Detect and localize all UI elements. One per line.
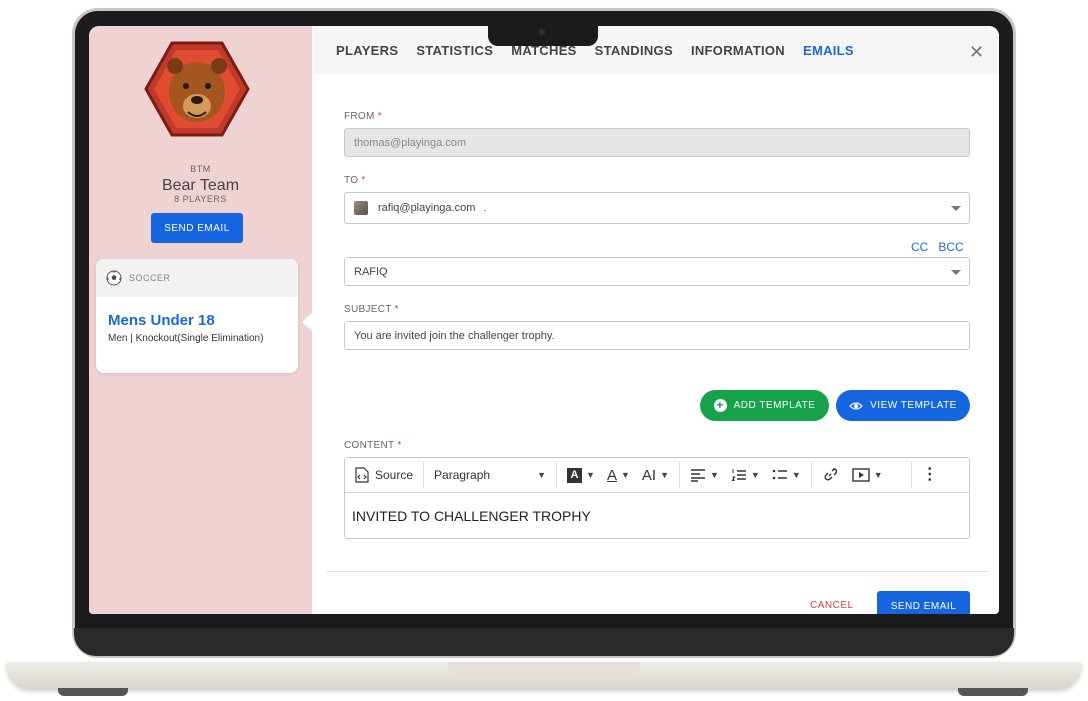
to-dot: . [483,202,487,214]
view-template-button[interactable]: VIEW TEMPLATE [836,390,970,421]
align-button[interactable]: ▼ [690,458,719,492]
highlight-button[interactable]: A ▼ [567,458,595,492]
numbered-list-button[interactable]: ▼ [731,458,760,492]
editor-content[interactable]: INVITED TO CHALLENGER TROPHY [345,493,969,539]
from-field: thomas@playinga.com [344,128,970,157]
chevron-down-icon: ▼ [750,470,760,480]
laptop-foot-right [958,688,1028,696]
soccer-ball-icon [106,270,122,286]
sidebar-send-email-button[interactable]: SEND EMAIL [151,213,243,243]
chevron-down-icon: ▼ [710,470,719,480]
laptop-foot-left [58,688,128,696]
recipient-select[interactable]: RAFIQ [344,257,970,286]
from-label: FROM * [344,111,382,122]
bulleted-list-icon [772,469,787,480]
align-left-icon [691,469,705,482]
subject-input[interactable]: You are invited join the challenger trop… [344,321,970,350]
rich-text-editor[interactable]: Source Paragraph ▼ A ▼ A ▼ AI ▼ ▼ ▼ ▼ ▼ … [344,457,970,539]
chevron-down-icon[interactable] [951,206,961,211]
source-code-icon [355,467,369,483]
chevron-down-icon: ▼ [660,470,669,480]
add-template-button[interactable]: + ADD TEMPLATE [700,390,829,421]
competition-card-header: SOCCER [96,259,298,297]
content-label: CONTENT * [344,440,402,451]
team-player-count: 8 PLAYERS [174,194,227,204]
link-button[interactable] [822,458,838,492]
chevron-down-icon[interactable] [951,269,961,275]
team-abbreviation: BTM [190,164,211,174]
bcc-link[interactable]: BCC [938,240,963,254]
tab-statistics[interactable]: STATISTICS [416,43,493,58]
numbered-list-icon [731,469,746,481]
to-value: rafiq@playinga.com [378,202,476,214]
tab-information[interactable]: INFORMATION [691,43,785,58]
competition-title[interactable]: Mens Under 18 [108,312,215,329]
team-sidebar: BTM Bear Team 8 PLAYERS SEND EMAIL SOCCE… [89,26,312,614]
font-size-button[interactable]: AI ▼ [642,458,669,492]
subject-label: SUBJECT * [344,304,399,315]
eye-icon [849,401,863,410]
tab-players[interactable]: PLAYERS [336,43,398,58]
chevron-down-icon: ▼ [586,470,595,480]
plus-circle-icon: + [713,399,727,412]
cc-link[interactable]: CC [911,240,928,254]
card-pointer [302,313,312,331]
laptop-hinge-notch [448,662,640,678]
chevron-down-icon: ▼ [537,470,547,480]
recipient-value: RAFIQ [354,265,388,278]
sport-label: SOCCER [129,273,171,283]
media-embed-button[interactable]: ▼ [852,458,883,492]
laptop-bezel [74,628,1014,656]
tab-emails[interactable]: EMAILS [803,43,854,58]
paragraph-dropdown[interactable]: Paragraph ▼ [434,458,546,492]
cancel-button[interactable]: CANCEL [810,600,854,611]
cc-bcc-links: CC BCC [911,240,964,254]
tab-bar: PLAYERS STATISTICS MATCHES STANDINGS INF… [313,26,999,74]
more-options-button[interactable]: ⋮ [922,458,938,492]
font-background-icon: A [567,467,583,483]
screen: BTM Bear Team 8 PLAYERS SEND EMAIL SOCCE… [89,26,999,614]
font-color-icon: A [606,466,617,484]
close-icon[interactable]: ✕ [969,42,984,63]
media-embed-icon [852,468,870,482]
to-select[interactable]: rafiq@playinga.com . [344,192,970,224]
source-button[interactable]: Source [353,458,413,492]
avatar [354,201,368,215]
camera-notch [488,24,598,46]
email-form: FROM * thomas@playinga.com TO * rafiq@pl… [313,74,999,614]
competition-subtitle: Men | Knockout(Single Elimination) [108,333,264,344]
editor-toolbar: Source Paragraph ▼ A ▼ A ▼ AI ▼ ▼ ▼ ▼ ▼ … [345,458,969,493]
font-size-icon: AI [641,466,657,484]
bear-logo-icon [144,41,250,137]
link-icon [824,468,837,481]
competition-card[interactable]: SOCCER Mens Under 18 Men | Knockout(Sing… [96,259,298,373]
team-name: Bear Team [161,177,240,194]
vertical-dots-icon: ⋮ [921,466,938,483]
footer-divider [326,571,988,572]
chevron-down-icon: ▼ [791,470,801,480]
chevron-down-icon: ▼ [620,470,630,480]
bulleted-list-button[interactable]: ▼ [772,458,801,492]
chevron-down-icon: ▼ [873,470,883,480]
send-email-button[interactable]: SEND EMAIL [877,591,970,614]
to-label: TO * [344,175,366,186]
tab-standings[interactable]: STANDINGS [595,43,673,58]
font-color-button[interactable]: A ▼ [607,458,630,492]
